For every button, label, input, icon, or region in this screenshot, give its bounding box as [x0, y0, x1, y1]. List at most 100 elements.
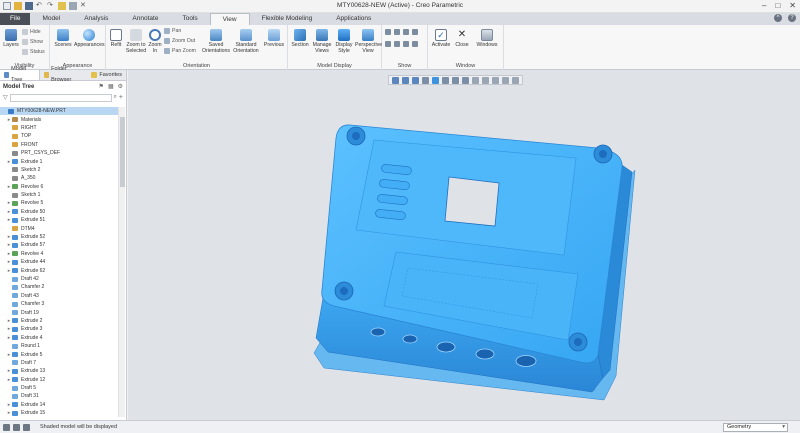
axis-display-icon[interactable] — [394, 29, 400, 35]
tree-node[interactable]: Chamfer 3 — [0, 300, 118, 308]
saved-orientations-button[interactable]: Saved Orientations — [202, 29, 230, 54]
zoom-out-button[interactable]: Zoom Out — [164, 38, 195, 44]
tab-tools[interactable]: Tools — [170, 13, 209, 25]
selection-filter-dropdown[interactable]: Geometry — [723, 423, 788, 432]
show-button[interactable]: Show — [22, 39, 43, 45]
csys-display-icon[interactable] — [412, 29, 418, 35]
tree-node[interactable]: Draft 42 — [0, 275, 118, 283]
hide-button[interactable]: Hide — [22, 29, 41, 35]
tree-node[interactable]: ▸ Materials — [0, 115, 118, 123]
tree-node[interactable]: ▸ Extrude 52 — [0, 233, 118, 241]
tab-flexible-modeling[interactable]: Flexible Modeling — [250, 13, 325, 25]
tree-search: ▽ ⌕ + — [3, 92, 123, 103]
tree-node[interactable]: ▸ Revolve 4 — [0, 250, 118, 258]
tab-applications[interactable]: Applications — [324, 13, 383, 25]
previous-button[interactable]: Previous — [262, 29, 286, 48]
tree-root-part[interactable]: MTY00628-NEW.PRT — [0, 107, 118, 116]
tree-node[interactable]: ▸ Extrude 4 — [0, 334, 118, 342]
tree-node[interactable]: Draft 43 — [0, 292, 118, 300]
appearances-button[interactable]: Appearances — [74, 29, 105, 48]
tree-node[interactable]: Sketch 1 — [0, 191, 118, 199]
tree-node[interactable]: Sketch 2 — [0, 166, 118, 174]
tree-node[interactable]: ▸ Revolve 6 — [0, 183, 118, 191]
close-icon[interactable]: ✕ — [789, 1, 796, 10]
pan-button[interactable]: Pan — [164, 28, 181, 34]
plane-display-icon[interactable] — [385, 29, 391, 35]
tree-node[interactable]: PRT_CSYS_DEF — [0, 149, 118, 157]
dimension-display-icon[interactable] — [412, 41, 418, 47]
point-display-icon[interactable] — [403, 29, 409, 35]
tab-annotate[interactable]: Annotate — [120, 13, 170, 25]
zoom-to-selected-button[interactable]: Zoom to Selected — [125, 29, 147, 54]
search-icon[interactable]: ⌕ — [114, 94, 117, 101]
tree-node[interactable]: ▸ Extrude 13 — [0, 367, 118, 375]
annotation-display-icon[interactable] — [385, 41, 391, 47]
tree-node[interactable]: FRONT — [0, 141, 118, 149]
add-filter-icon[interactable]: + — [119, 94, 123, 101]
section-button[interactable]: Section — [290, 29, 310, 48]
tree-node[interactable]: ▸ Extrude 51 — [0, 216, 118, 224]
tab-model-tree[interactable]: Model Tree — [0, 66, 40, 83]
tree-node[interactable]: ▸ Revolve 5 — [0, 199, 118, 207]
tree-node[interactable]: ▸ Extrude 2 — [0, 317, 118, 325]
graphics-area[interactable] — [128, 70, 800, 420]
close-button[interactable]: ✕ Close — [453, 29, 471, 48]
refit-button[interactable]: Refit — [108, 29, 124, 48]
tree-node[interactable]: Draft 5 — [0, 384, 118, 392]
tree-node[interactable]: ▸ Extrude 44 — [0, 258, 118, 266]
spin-center-icon[interactable] — [394, 41, 400, 47]
standard-orientation-button[interactable]: Standard Orientation — [232, 29, 260, 54]
tree-search-input[interactable] — [9, 93, 112, 102]
tree-node[interactable]: ▸ Extrude 5 — [0, 350, 118, 358]
tree-node[interactable]: DTM4 — [0, 224, 118, 232]
tree-node[interactable]: ▸ Extrude 3 — [0, 325, 118, 333]
tree-filter-icon[interactable]: ⚑ — [99, 83, 104, 90]
minimize-icon[interactable]: – — [762, 1, 766, 10]
pan-zoom-button[interactable]: Pan Zoom — [164, 48, 196, 54]
layers-button[interactable]: Layers — [3, 29, 19, 48]
tab-view[interactable]: View — [209, 13, 250, 25]
tree-node[interactable]: RIGHT — [0, 124, 118, 132]
tree-node[interactable]: Draft 7 — [0, 359, 118, 367]
tree-node[interactable]: Draft 19 — [0, 308, 118, 316]
tree-scrollbar[interactable] — [118, 107, 125, 417]
display-style-button[interactable]: Display Style — [334, 29, 354, 54]
tree-node[interactable]: ▸ Extrude 62 — [0, 266, 118, 274]
scenes-button[interactable]: Scenes — [53, 29, 73, 48]
tab-model[interactable]: Model — [30, 13, 72, 25]
full-screen-icon[interactable] — [23, 424, 30, 431]
tree-node[interactable]: TOP — [0, 132, 118, 140]
status-button[interactable]: Status — [22, 49, 45, 55]
toggle-navigator-icon[interactable] — [3, 424, 10, 431]
help-icon[interactable]: ? — [788, 14, 796, 22]
tree-node[interactable]: Round 1 — [0, 342, 118, 350]
tree-node[interactable]: ▸ Extrude 14 — [0, 401, 118, 409]
tree-columns-icon[interactable]: ▦ — [108, 83, 114, 90]
feature-icon — [12, 393, 18, 399]
tag-display-icon[interactable] — [403, 41, 409, 47]
tab-folder-browser[interactable]: Folder Browser — [40, 66, 87, 83]
tree-settings-icon[interactable]: ⚙ — [118, 83, 123, 90]
tree-node[interactable]: ▸ Extrude 15 — [0, 409, 118, 417]
perspective-view-button[interactable]: Perspective View — [355, 29, 382, 54]
tree-node[interactable]: A_350 — [0, 174, 118, 182]
activate-button[interactable]: ✓ Activate — [431, 29, 451, 48]
tab-analysis[interactable]: Analysis — [72, 13, 120, 25]
tree-node[interactable]: ▸ Extrude 50 — [0, 208, 118, 216]
maximize-icon[interactable]: □ — [775, 1, 780, 10]
collapse-ribbon-icon[interactable]: ^ — [774, 14, 782, 22]
filter-funnel-icon[interactable]: ▽ — [3, 94, 8, 101]
tree-node[interactable]: Chamfer 2 — [0, 283, 118, 291]
tree-node[interactable]: ▸ Extrude 12 — [0, 376, 118, 384]
zoom-in-button[interactable]: Zoom In — [148, 29, 162, 54]
tree-node[interactable]: ▸ Extrude 57 — [0, 241, 118, 249]
tree-node[interactable]: Draft 31 — [0, 392, 118, 400]
tab-file[interactable]: File — [0, 13, 31, 25]
tree-node[interactable]: ▸ Extrude 1 — [0, 157, 118, 165]
3d-model[interactable] — [128, 70, 800, 420]
toggle-browser-icon[interactable] — [13, 424, 20, 431]
windows-button[interactable]: Windows — [475, 29, 499, 48]
manage-views-button[interactable]: Manage Views — [311, 29, 333, 54]
tab-favorites[interactable]: Favorites — [87, 70, 126, 80]
scrollbar-thumb[interactable] — [120, 117, 125, 187]
